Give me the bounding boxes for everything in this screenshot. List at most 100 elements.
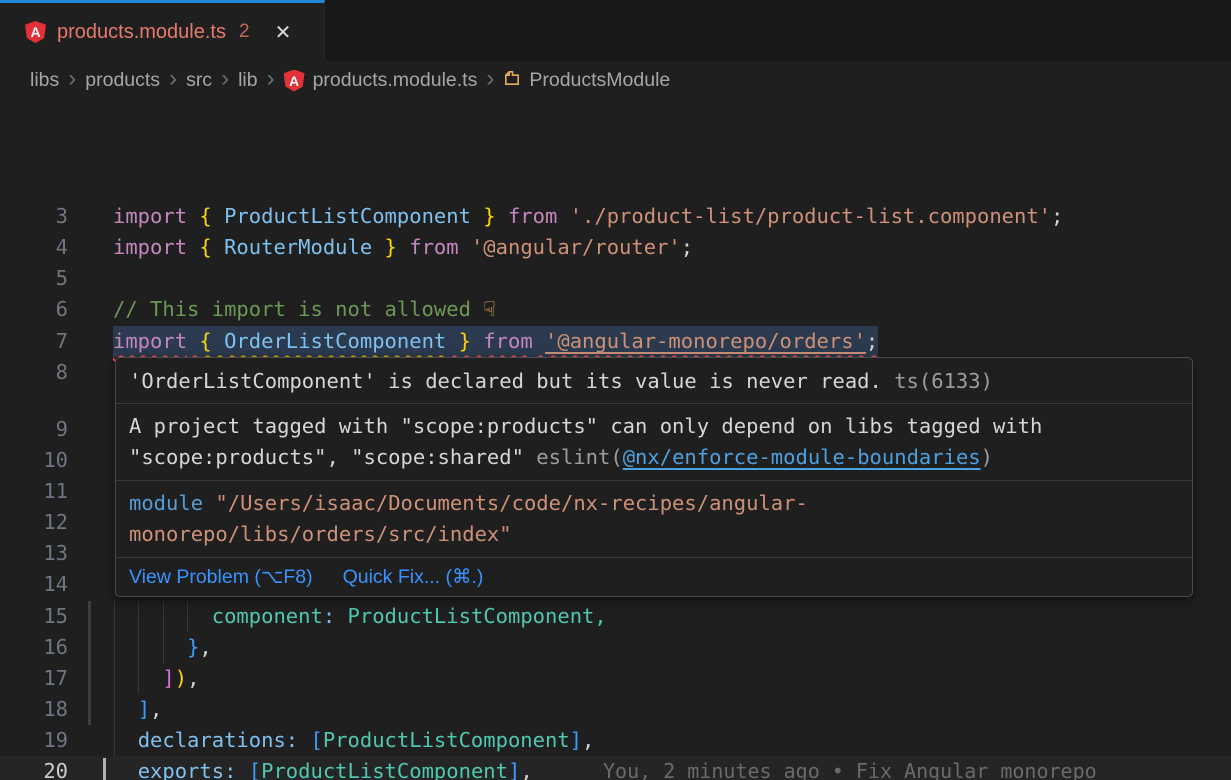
token: ProductListComponent — [261, 759, 508, 780]
close-icon[interactable]: ✕ — [275, 20, 292, 45]
line-number: 16 — [0, 632, 68, 663]
class-symbol-icon — [503, 69, 521, 87]
line-number: 9 — [0, 414, 68, 445]
breadcrumb: libs›products›src›lib›Aproducts.module.t… — [0, 61, 1231, 100]
token: { — [199, 329, 211, 353]
token: RouterModule — [224, 235, 372, 259]
code-line-17[interactable]: 17 ]), — [0, 663, 1231, 694]
breadcrumb-item-ProductsModule[interactable]: ProductsModule — [503, 69, 670, 93]
token: from — [508, 204, 557, 228]
code-text: ], — [113, 694, 162, 725]
breadcrumb-item-products[interactable]: products — [85, 69, 160, 92]
diagnostic-eslint: A project tagged with "scope:products" c… — [116, 404, 1192, 481]
token — [212, 235, 224, 259]
code-text: import { RouterModule } from '@angular/r… — [113, 232, 693, 263]
token: './product-list/product-list.component' — [570, 204, 1051, 228]
code-line-7[interactable]: 7import { OrderListComponent } from '@an… — [0, 326, 1231, 357]
module-info: module "/Users/isaac/Documents/code/nx-r… — [116, 481, 1192, 558]
token — [446, 329, 458, 353]
warning-squiggle-segment: { OrderListComponent — [199, 329, 446, 353]
token — [557, 204, 569, 228]
breadcrumb-label: products — [85, 69, 160, 92]
breadcrumb-item-products.module.ts[interactable]: Aproducts.module.ts — [284, 69, 478, 92]
angular-icon: A — [284, 70, 305, 92]
vscode-window: A products.module.ts 2 ✕ libs›products›s… — [0, 0, 1231, 780]
quick-fix-button[interactable]: Quick Fix... (⌘.) — [343, 565, 484, 589]
token: import — [113, 329, 187, 353]
token: ; — [866, 329, 878, 353]
diagnostic-ts-source: ts(6133) — [882, 369, 993, 393]
token: ProductListComponent — [348, 604, 595, 628]
line-number: 19 — [0, 725, 68, 756]
token — [397, 235, 409, 259]
breadcrumb-item-src[interactable]: src — [186, 69, 212, 92]
token: '@angular/router' — [471, 235, 681, 259]
diagnostic-ts: 'OrderListComponent' is declared but its… — [116, 358, 1192, 404]
line-number: 14 — [0, 569, 68, 600]
token: , — [582, 728, 594, 752]
line-number: 11 — [0, 476, 68, 507]
token: declarations — [138, 728, 286, 752]
token: ProductListComponent — [224, 204, 471, 228]
token: : — [286, 728, 298, 752]
code-text: }, — [113, 632, 212, 663]
token: import — [113, 204, 187, 228]
chevron-right-icon: › — [486, 65, 494, 93]
code-line-6[interactable]: 6// This import is not allowed ☟ — [0, 294, 1231, 325]
hover-diagnostics-popup: 'OrderListComponent' is declared but its… — [115, 357, 1193, 597]
code-line-18[interactable]: 18 ], — [0, 694, 1231, 725]
code-line-15[interactable]: 15 component: ProductListComponent, — [0, 601, 1231, 632]
token — [533, 329, 545, 353]
token: import — [113, 235, 187, 259]
token — [113, 666, 162, 690]
tab-bar: A products.module.ts 2 ✕ — [0, 0, 1231, 61]
code-line-19[interactable]: 19 declarations: [ProductListComponent], — [0, 725, 1231, 756]
text-cursor — [103, 758, 106, 780]
line-number: 13 — [0, 538, 68, 569]
class-symbol-icon-wrap — [503, 69, 521, 93]
code-text: component: ProductListComponent, — [113, 601, 607, 632]
token: { — [199, 235, 211, 259]
breadcrumb-label: libs — [30, 69, 59, 92]
token: from — [409, 235, 458, 259]
token: , — [150, 697, 162, 721]
token: } — [385, 235, 397, 259]
module-path-line2: monorepo/libs/orders/src/index" — [129, 519, 1179, 550]
module-keyword: module — [129, 491, 203, 515]
line-number: 15 — [0, 601, 68, 632]
diagnostic-ts-message: 'OrderListComponent' is declared but its… — [129, 369, 882, 393]
token — [236, 759, 248, 780]
token: , — [594, 604, 606, 628]
token: exports — [138, 759, 224, 780]
code-line-4[interactable]: 4 import { RouterModule } from '@angular/… — [0, 232, 1231, 263]
code-text: import { OrderListComponent } from '@ang… — [113, 326, 878, 357]
token: : — [323, 604, 335, 628]
editor[interactable]: 3 import { ProductListComponent } from '.… — [0, 100, 1231, 780]
token: ] — [162, 666, 174, 690]
breadcrumb-item-libs[interactable]: libs — [30, 69, 59, 92]
tab-products-module[interactable]: A products.module.ts 2 ✕ — [0, 0, 325, 61]
line-number: 4 — [0, 232, 68, 263]
token: } — [483, 204, 495, 228]
token — [113, 635, 187, 659]
code-line-5[interactable]: 5 — [0, 263, 1231, 294]
eslint-source-suffix: ) — [981, 445, 993, 469]
diagnostic-eslint-line2: "scope:products", "scope:shared" — [129, 445, 536, 469]
angular-icon: A — [25, 21, 46, 43]
eslint-source-prefix: eslint( — [536, 445, 622, 469]
token: } — [459, 329, 471, 353]
eslint-rule-link[interactable]: @nx/enforce-module-boundaries — [623, 445, 981, 469]
code-line-3[interactable]: 3import { ProductListComponent } from '.… — [0, 201, 1231, 232]
code-text: declarations: [ProductListComponent], — [113, 725, 594, 756]
code-line-16[interactable]: 16 }, — [0, 632, 1231, 663]
line-number: 6 — [0, 294, 68, 325]
token: : — [224, 759, 236, 780]
line-number: 10 — [0, 445, 68, 476]
hover-actions: View Problem (⌥F8) Quick Fix... (⌘.) — [116, 558, 1192, 596]
line-number: 12 — [0, 507, 68, 538]
line-number: 3 — [0, 201, 68, 232]
token — [113, 697, 138, 721]
breadcrumb-item-lib[interactable]: lib — [238, 69, 258, 92]
view-problem-button[interactable]: View Problem (⌥F8) — [129, 565, 313, 589]
line-number: 8 — [0, 357, 68, 388]
